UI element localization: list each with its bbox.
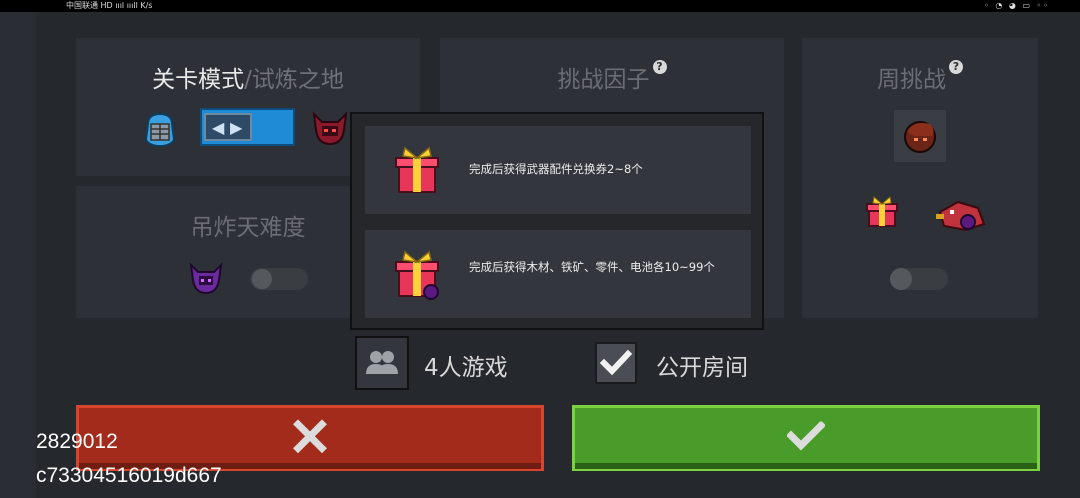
right-arrow-icon: ▶ — [230, 118, 243, 137]
knight-helmet-icon — [144, 112, 176, 148]
status-icons: ◦ ◔ ◕ ▭ ◦◦ — [984, 1, 1050, 10]
toggle-knob — [890, 268, 912, 290]
mode-title: 关卡模式 — [152, 67, 245, 93]
help-icon[interactable]: ? — [949, 60, 963, 74]
left-arrow-icon: ◀ — [212, 118, 225, 137]
help-icon[interactable]: ? — [652, 60, 667, 74]
checkmark-icon — [599, 349, 633, 376]
gift-box-icon — [866, 196, 898, 227]
reward-row: 完成后获得武器配件兑换券2~8个 — [365, 126, 751, 214]
reward-popup: 完成后获得武器配件兑换券2~8个 完成后获得木材、铁矿、零件、电池各10~99个 — [350, 112, 764, 330]
weekly-title-text: 周挑战 — [877, 67, 946, 93]
gift-box-icon — [395, 146, 439, 193]
toggle-knob — [252, 269, 272, 289]
boss-portrait-icon — [904, 121, 936, 153]
weekly-challenge-toggle[interactable] — [890, 268, 948, 290]
mode-toggle[interactable]: ◀ ▶ — [200, 108, 295, 146]
public-room-checkbox[interactable] — [595, 342, 637, 384]
cancel-button[interactable] — [76, 405, 544, 471]
challenge-factor-title: 挑战因子? — [440, 60, 784, 94]
player-count-button[interactable] — [355, 336, 409, 390]
public-room-label: 公开房间 — [656, 355, 748, 381]
overlay-id-line1: 2829012 — [36, 430, 118, 453]
hell-difficulty-toggle[interactable] — [250, 268, 308, 290]
mode-subtitle: /试炼之地 — [244, 67, 344, 93]
weekly-challenge-card: 周挑战? — [802, 38, 1038, 318]
reward-text: 完成后获得木材、铁矿、零件、电池各10~99个 — [469, 260, 715, 274]
close-icon — [293, 419, 327, 454]
left-rail — [0, 12, 36, 498]
overlay-id-line2: c73304516019d667 — [36, 464, 222, 487]
mode-toggle-knob[interactable]: ◀ ▶ — [204, 113, 252, 141]
gift-box-badge-icon — [395, 250, 439, 300]
red-demon-helmet-icon — [312, 111, 348, 146]
status-bar: 中国联通 HD ıııl ıııll K/s ◦ ◔ ◕ ▭ ◦◦ — [0, 0, 1080, 12]
factor-title-text: 挑战因子 — [557, 67, 650, 93]
players-icon — [366, 351, 398, 374]
weekly-boss-portrait[interactable] — [894, 110, 946, 162]
purple-demon-icon — [189, 262, 223, 295]
confirm-button[interactable] — [572, 405, 1040, 471]
monster-creature-icon — [936, 200, 986, 232]
mode-card-title: 关卡模式/试炼之地 — [76, 60, 420, 94]
player-count-label: 4人游戏 — [424, 355, 508, 381]
carrier-info: 中国联通 HD ıııl ıııll K/s — [66, 1, 153, 10]
reward-row: 完成后获得木材、铁矿、零件、电池各10~99个 — [365, 230, 751, 318]
weekly-challenge-title: 周挑战? — [802, 60, 1038, 94]
reward-text: 完成后获得武器配件兑换券2~8个 — [469, 162, 643, 176]
checkmark-icon — [787, 421, 825, 451]
